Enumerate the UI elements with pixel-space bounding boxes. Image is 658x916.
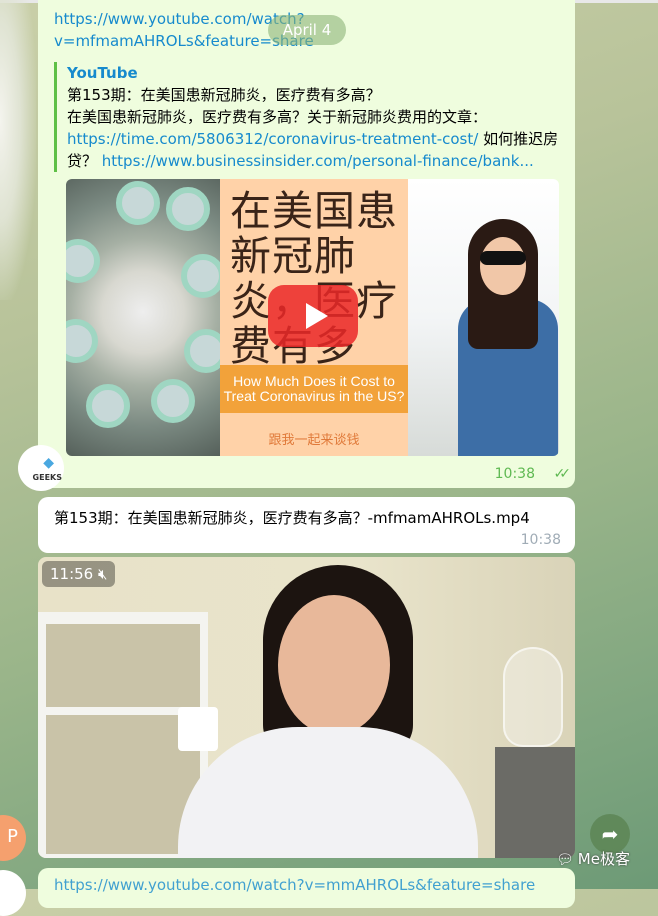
- message-time: 10:38: [494, 466, 535, 482]
- message-bubble-file[interactable]: 第153期：在美国患新冠肺炎，医疗费有多高？-mfmamAHROLs.mp4 1…: [38, 497, 575, 553]
- partial-link[interactable]: https://www.youtube.com/watch?v=mmAHROLs…: [54, 874, 535, 896]
- share-arrow-icon: ➦: [601, 822, 619, 846]
- avatar-geeks[interactable]: ◆ GEEKS: [18, 445, 64, 491]
- video-duration-badge[interactable]: 11:56 🔇︎: [42, 561, 116, 587]
- desc-text: 在美国患新冠肺炎，医疗费有多高？关于新冠肺炎费用的文章：: [67, 108, 488, 126]
- avatar-initial: P: [7, 826, 18, 847]
- video-duration: 11:56: [50, 565, 94, 583]
- video-thumbnail[interactable]: 在美国患新冠肺炎，医疗费有多高？ How Much Does it Cost t…: [66, 179, 559, 456]
- message-time: 10:38: [520, 532, 561, 548]
- date-pill: April 4: [268, 15, 346, 45]
- message-bubble-next[interactable]: https://www.youtube.com/watch?v=mmAHROLs…: [38, 868, 575, 908]
- thumbnail-footer: 跟我一起来谈钱: [268, 433, 360, 448]
- preview-site-name: YouTube: [67, 64, 138, 82]
- watermark-text: Me极客: [577, 850, 630, 868]
- video-player[interactable]: 11:56 🔇︎: [38, 557, 575, 858]
- desc-link-time[interactable]: https://time.com/5806312/coronavirus-tre…: [67, 130, 478, 148]
- avatar-p[interactable]: P: [0, 815, 26, 861]
- thumbnail-woman-photo: [408, 179, 559, 456]
- message-bubble-youtube[interactable]: https://www.youtube.com/watch? v=mfmamAHR…: [18, 0, 575, 491]
- link-preview[interactable]: YouTube 第153期：在美国患新冠肺炎，医疗费有多高？ 在美国患新冠肺炎，…: [54, 62, 564, 172]
- thumbnail-doctors-photo: [66, 179, 228, 456]
- play-icon[interactable]: [268, 285, 358, 347]
- background-flower: [0, 0, 36, 300]
- desc-link-businessinsider[interactable]: https://www.businessinsider.com/personal…: [102, 152, 534, 170]
- avatar-geeks-next[interactable]: [0, 870, 26, 916]
- file-name: 第153期：在美国患新冠肺炎，医疗费有多高？-mfmamAHROLs.mp4: [54, 509, 530, 527]
- muted-speaker-icon[interactable]: 🔇︎: [98, 565, 107, 583]
- double-check-icon: ✓✓: [553, 466, 572, 482]
- link-line[interactable]: https://www.youtube.com/watch?: [54, 10, 305, 28]
- preview-title: 第153期：在美国患新冠肺炎，医疗费有多高？: [67, 86, 381, 104]
- logo-icon: ◆: [43, 455, 54, 471]
- wechat-icon: 💬︎: [556, 852, 574, 868]
- watermark: 💬︎ Me极客: [556, 848, 630, 869]
- thumbnail-banner: How Much Does it Cost to Treat Coronavir…: [220, 365, 408, 413]
- avatar-label: GEEKS: [32, 473, 62, 482]
- preview-description: 在美国患新冠肺炎，医疗费有多高？关于新冠肺炎费用的文章： https://time…: [67, 106, 564, 172]
